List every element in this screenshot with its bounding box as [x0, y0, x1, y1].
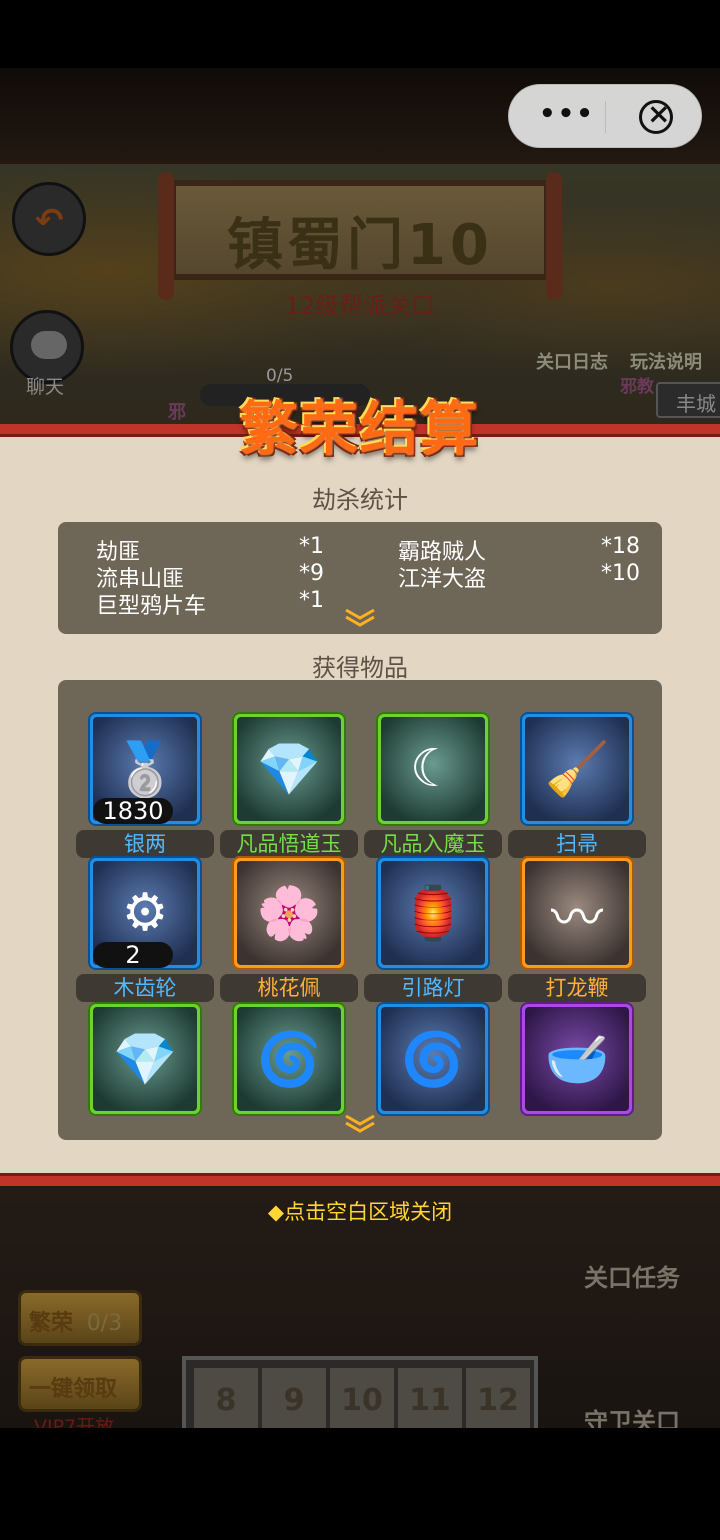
- kill-stats-title: 劫杀统计: [312, 486, 408, 514]
- item-frame-inner: 🌸: [237, 861, 341, 965]
- kill-count: *18: [601, 534, 640, 559]
- item-frame-inner: 🌀: [237, 1007, 341, 1111]
- reward-item[interactable]: ⚙ 2 木齿轮: [76, 856, 214, 1002]
- gate-slot[interactable]: 12: [466, 1368, 530, 1434]
- item-frame: 🧹: [520, 712, 634, 826]
- broom-icon: 🧹: [544, 739, 610, 800]
- items-title: 获得物品: [312, 654, 408, 682]
- kill-name: 江洋大盗: [398, 567, 487, 592]
- item-name: 银两: [76, 830, 214, 858]
- reward-item[interactable]: 💎: [76, 1002, 214, 1144]
- item-name: 引路灯: [364, 974, 502, 1002]
- item-name: 扫帚: [508, 830, 646, 858]
- item-frame-inner: 🥣: [525, 1007, 629, 1111]
- gate-slot[interactable]: 10: [330, 1368, 394, 1434]
- green-swirl-orb-icon: 🌀: [256, 1029, 322, 1090]
- item-frame: 🌀: [232, 1002, 346, 1116]
- item-frame-inner: ☾: [381, 717, 485, 821]
- gate-quest-button[interactable]: 关口任务: [584, 1258, 680, 1293]
- item-frame-inner: 🧹: [525, 717, 629, 821]
- kill-count: *1: [299, 588, 324, 613]
- gate-slot[interactable]: 9: [262, 1368, 326, 1434]
- kill-count: *1: [299, 534, 324, 559]
- item-frame: 💎: [88, 1002, 202, 1116]
- item-name: 凡品入魔玉: [364, 830, 502, 858]
- item-frame-inner: 🏮: [381, 861, 485, 965]
- reward-item[interactable]: 🥣: [508, 1002, 646, 1144]
- kill-count: *10: [601, 561, 640, 586]
- rules-button[interactable]: 玩法说明: [630, 348, 702, 374]
- capsule-divider: [605, 101, 606, 133]
- porcelain-bowl-icon: 🥣: [544, 1029, 610, 1090]
- item-frame-inner: 〰: [525, 861, 629, 965]
- expand-chevron-icon[interactable]: [342, 608, 378, 628]
- green-crystal-icon: 💎: [112, 1029, 178, 1090]
- gate-slot[interactable]: 11: [398, 1368, 462, 1434]
- reward-item[interactable]: 〰打龙鞭: [508, 856, 646, 1002]
- reward-item[interactable]: 💎 凡品悟道玉: [220, 712, 358, 858]
- stage-banner: 镇蜀门10: [158, 172, 562, 300]
- crescent-jade-icon: ☾: [409, 739, 457, 799]
- reward-item[interactable]: 🏮 引路灯: [364, 856, 502, 1002]
- kill-name: 巨型鸦片车: [96, 594, 207, 619]
- prosperity-count: 0/3: [86, 1311, 123, 1336]
- item-frame: 💎: [232, 712, 346, 826]
- prosperity-button[interactable]: 繁荣 0/3: [18, 1290, 142, 1346]
- reward-item[interactable]: 🧹 扫帚: [508, 712, 646, 858]
- item-name: 桃花佩: [220, 974, 358, 1002]
- claim-all-button[interactable]: 一键领取: [18, 1356, 142, 1412]
- gate-log-button[interactable]: 关口日志: [536, 348, 608, 374]
- item-count: 2: [93, 942, 173, 968]
- item-frame: 🏮: [376, 856, 490, 970]
- back-arrow-icon: ↶: [35, 201, 64, 241]
- item-frame: 🌀: [376, 1002, 490, 1116]
- gate-slot[interactable]: 8: [194, 1368, 258, 1434]
- green-jade-crystal-icon: 💎: [256, 739, 322, 800]
- guiding-lamp-icon: 🏮: [400, 883, 466, 944]
- reward-item[interactable]: 🌸 桃花佩: [220, 856, 358, 1002]
- chat-bubble-icon: [31, 331, 67, 359]
- item-frame: 🌸: [232, 856, 346, 970]
- item-name: 凡品悟道玉: [220, 830, 358, 858]
- more-dots-icon[interactable]: •••: [539, 99, 595, 129]
- bottom-black-bar: [0, 1428, 720, 1540]
- reward-item[interactable]: 🥈 1830 银两: [76, 712, 214, 858]
- item-count: 1830: [93, 798, 173, 824]
- item-frame: ☾: [376, 712, 490, 826]
- miniprogram-capsule: •••: [508, 84, 702, 148]
- close-hint[interactable]: ◆点击空白区域关闭: [0, 1196, 720, 1226]
- item-name: 打龙鞭: [508, 974, 646, 1002]
- item-frame-inner: 💎: [237, 717, 341, 821]
- back-button[interactable]: ↶: [12, 182, 86, 256]
- kill-count: *9: [299, 561, 324, 586]
- kill-stats-box: 劫匪 *1 霸路贼人 *18 流串山匪 *9 江洋大盗 *10 巨型鸦片车 *1: [58, 522, 662, 634]
- item-name: 木齿轮: [76, 974, 214, 1002]
- expand-chevron-icon[interactable]: [342, 1114, 378, 1134]
- dragon-whip-icon: 〰: [550, 888, 603, 949]
- item-frame-inner: 💎: [93, 1007, 197, 1111]
- item-frame: 🥣: [520, 1002, 634, 1116]
- reward-item[interactable]: ☾ 凡品入魔玉: [364, 712, 502, 858]
- reward-item[interactable]: 🌀: [364, 1002, 502, 1144]
- panel-title: 繁荣结算: [239, 395, 480, 463]
- stage-banner-title: 镇蜀门10: [227, 213, 493, 278]
- prosperity-label: 繁荣: [29, 1311, 74, 1336]
- circle-close-icon[interactable]: [639, 97, 673, 134]
- stage-banner-subtitle: 12级帮派关口: [284, 292, 436, 320]
- item-frame-inner: 🌀: [381, 1007, 485, 1111]
- peach-blossom-pendant-icon: 🌸: [256, 883, 322, 944]
- item-frame: 〰: [520, 856, 634, 970]
- blue-swirl-orb-icon: 🌀: [400, 1029, 466, 1090]
- reward-item[interactable]: 🌀: [220, 1002, 358, 1144]
